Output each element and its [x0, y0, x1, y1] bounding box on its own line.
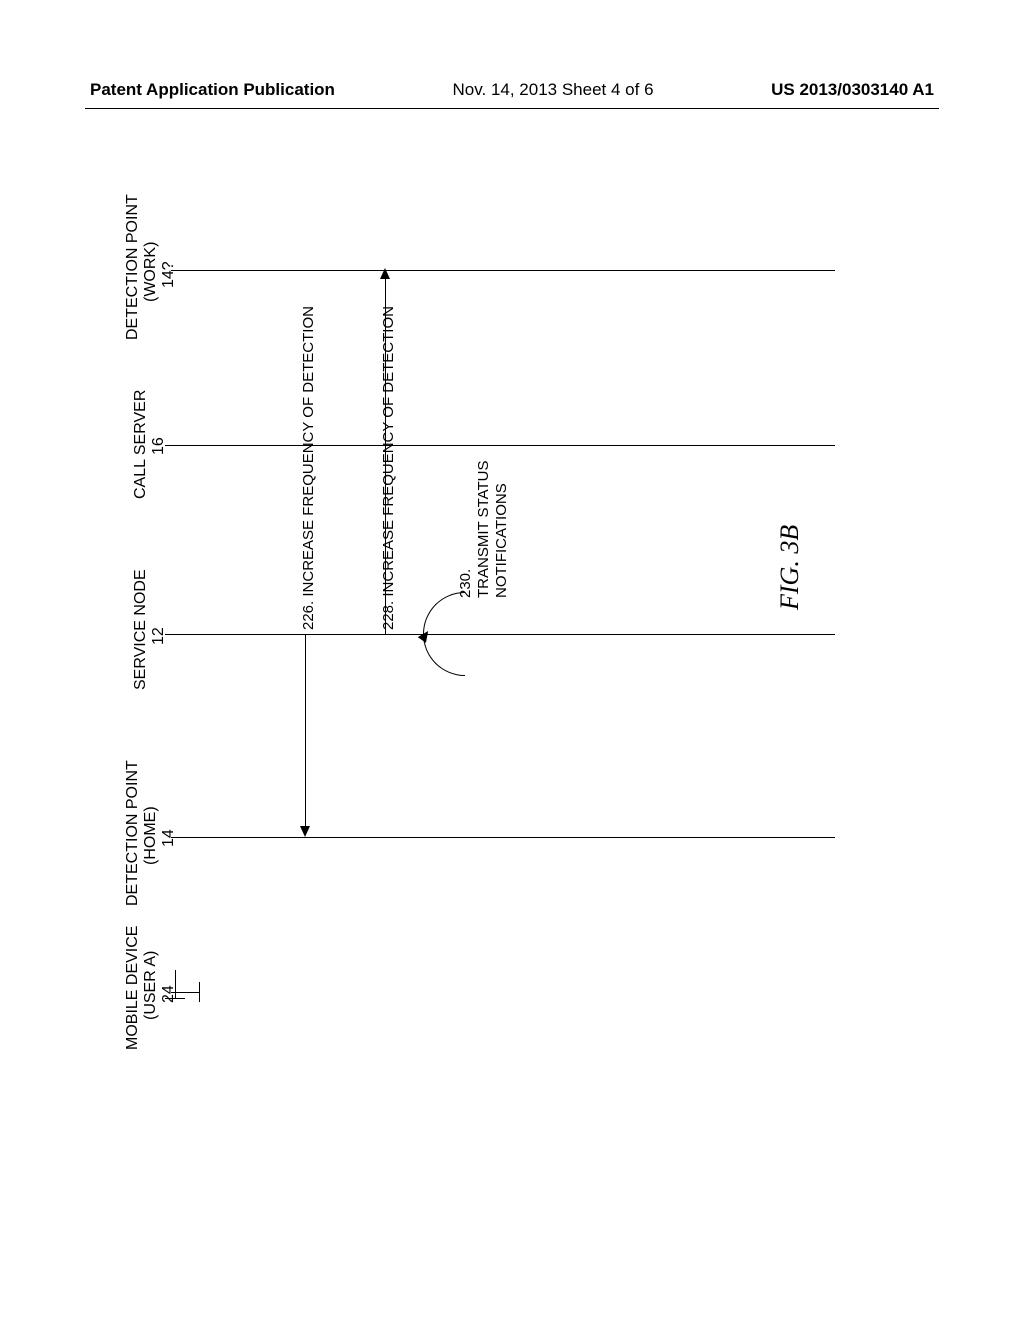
lane-service-line1: SERVICE NODE: [131, 569, 150, 690]
arrow-228-head: [380, 268, 390, 279]
lifeline-dp-work: [171, 270, 835, 271]
lane-dpwork-line2: (WORK): [141, 242, 160, 302]
lane-mobile-line2: (USER A): [141, 951, 160, 1020]
lane-dphome-line2: (HOME): [141, 806, 160, 865]
lifeline-mobile-cap: [165, 998, 185, 999]
lifeline-mobile-endcap: [199, 982, 200, 1002]
header-rule: [85, 108, 939, 109]
header-sheet-info: Nov. 14, 2013 Sheet 4 of 6: [453, 80, 654, 100]
sequence-diagram: MOBILE DEVICE (USER A) 24 DETECTION POIN…: [105, 210, 915, 1080]
lane-call-ref: 16: [149, 437, 168, 455]
lifeline-mobile-stub: [175, 970, 176, 998]
lifeline-mobile: [171, 992, 199, 993]
msg-230-c: NOTIFICATIONS: [493, 483, 510, 598]
lane-dphome-line1: DETECTION POINT: [123, 760, 142, 906]
arrow-226-line: [305, 634, 306, 830]
lifeline-service-node: [165, 634, 835, 635]
msg-226: 226. INCREASE FREQUENCY OF DETECTION: [300, 306, 317, 630]
lane-dpwork-line1: DETECTION POINT: [123, 194, 142, 340]
lifeline-call-server: [165, 445, 835, 446]
figure-label: FIG. 3B: [775, 525, 805, 610]
arrow-226-head: [300, 826, 310, 837]
msg-228: 228. INCREASE FREQUENCY OF DETECTION: [380, 306, 397, 630]
lane-dpwork-ref: 14?: [159, 261, 178, 288]
lane-dphome-ref: 14: [159, 829, 178, 847]
lifeline-dp-home: [171, 837, 835, 838]
msg-230-b: TRANSMIT STATUS: [475, 460, 492, 598]
lane-call-line1: CALL SERVER: [131, 390, 150, 499]
msg-230-a: 230.: [457, 569, 474, 598]
lane-mobile-line1: MOBILE DEVICE: [123, 926, 142, 1050]
header-pub-number: US 2013/0303140 A1: [771, 80, 934, 100]
header-publication: Patent Application Publication: [90, 80, 335, 100]
lane-service-ref: 12: [149, 627, 168, 645]
